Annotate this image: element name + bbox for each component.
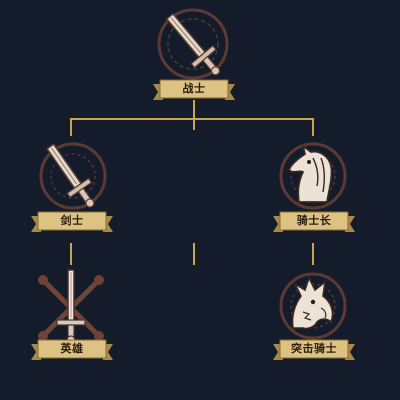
crossed-swords-icon bbox=[38, 269, 104, 345]
connector-right-tier2 bbox=[312, 243, 314, 265]
class-node-knight-captain[interactable]: 骑士长 bbox=[269, 140, 359, 232]
dragon-head-icon bbox=[279, 272, 347, 340]
class-node-hero[interactable]: 英雄 bbox=[27, 268, 117, 360]
connector-right-down bbox=[312, 118, 314, 136]
class-node-warrior[interactable]: 战士 bbox=[149, 8, 239, 100]
class-name: 骑士长 bbox=[296, 214, 332, 227]
class-tree: 战士 剑士 骑士长 英雄 突击骑士 bbox=[0, 0, 400, 400]
class-name: 剑士 bbox=[60, 214, 84, 227]
class-node-swordsman[interactable]: 剑士 bbox=[27, 140, 117, 232]
connector-left-tier2 bbox=[70, 243, 72, 265]
sword-icon bbox=[39, 142, 107, 210]
connector-root-down bbox=[193, 100, 195, 130]
class-name: 英雄 bbox=[60, 342, 84, 355]
class-name: 突击骑士 bbox=[291, 342, 337, 355]
class-label-ribbon: 英雄 bbox=[31, 338, 113, 362]
class-label-ribbon: 骑士长 bbox=[273, 210, 355, 234]
class-label-ribbon: 剑士 bbox=[31, 210, 113, 234]
class-node-assault-knight[interactable]: 突击骑士 bbox=[269, 268, 359, 360]
sword-icon bbox=[157, 8, 229, 80]
class-label-ribbon: 突击骑士 bbox=[273, 338, 355, 362]
connector-center-stub bbox=[193, 243, 195, 265]
connector-horizontal bbox=[70, 118, 314, 120]
class-label-ribbon: 战士 bbox=[153, 78, 235, 102]
class-name: 战士 bbox=[182, 82, 206, 95]
horse-head-icon bbox=[279, 142, 347, 210]
connector-left-down bbox=[70, 118, 72, 136]
